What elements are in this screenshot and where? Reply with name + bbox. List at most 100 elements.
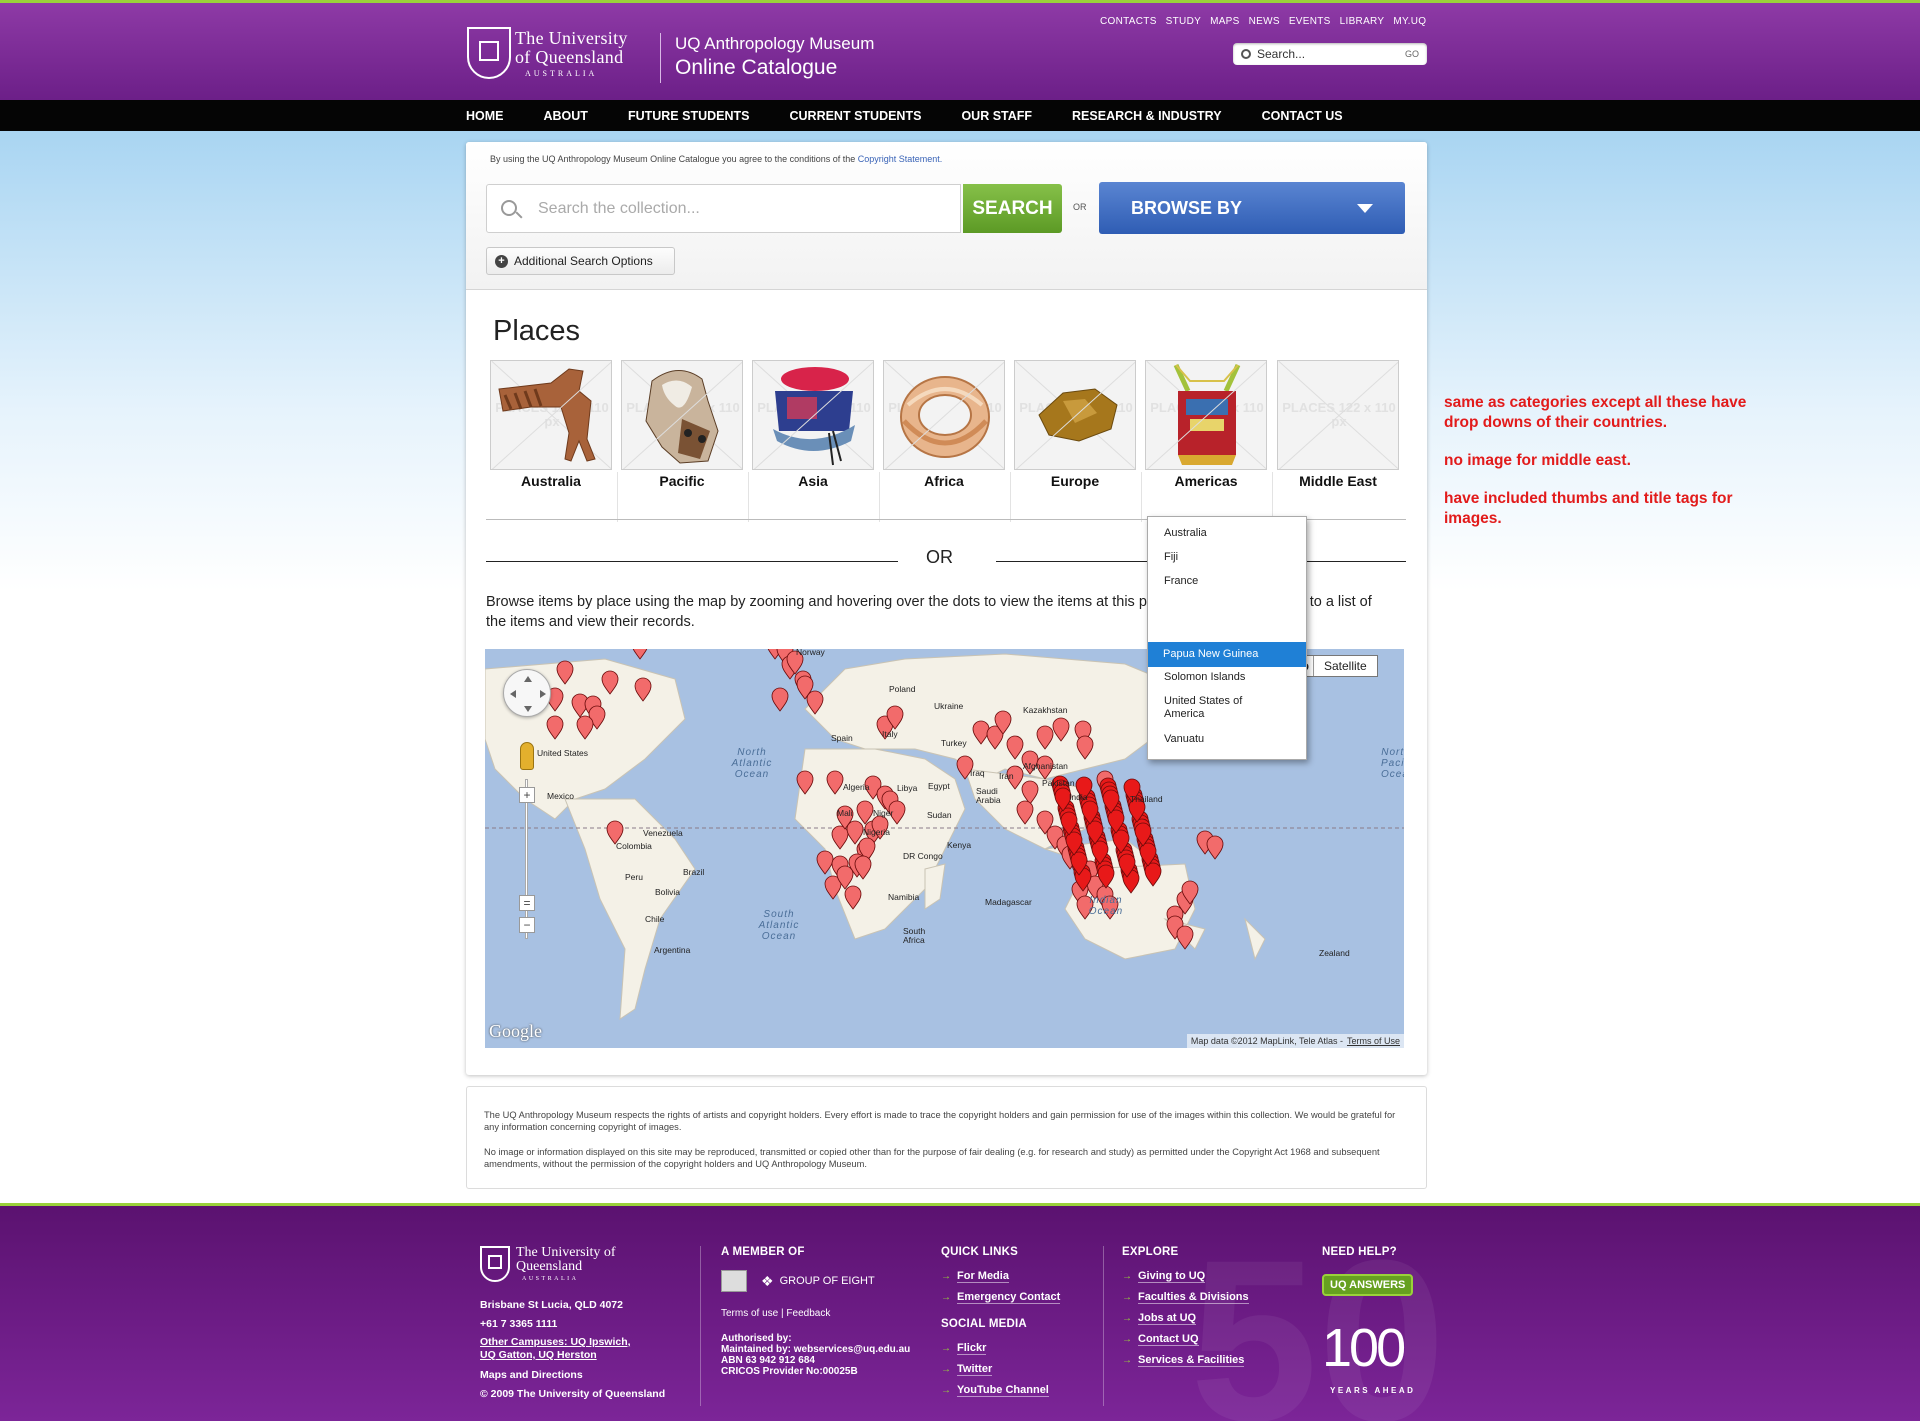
feedback-link[interactable]: Feedback bbox=[786, 1308, 830, 1319]
annotation-note: have included thumbs and title tags for … bbox=[1444, 490, 1733, 527]
thumbnail-africa[interactable]: PLACES 122 x 110 px bbox=[883, 360, 1005, 470]
copyright-statement-link[interactable]: Copyright Statement. bbox=[858, 154, 943, 164]
uq-answers-button[interactable]: UQ ANSWERS bbox=[1322, 1274, 1414, 1296]
footer-other-campuses[interactable]: Other Campuses: UQ Ipswich, UQ Gatton, U… bbox=[480, 1336, 640, 1362]
category-asia[interactable]: PLACES 122 x 110 px Asia bbox=[752, 360, 874, 500]
nav-current-students[interactable]: CURRENT STUDENTS bbox=[789, 109, 921, 123]
util-link-events[interactable]: EVENTS bbox=[1289, 16, 1331, 27]
browse-by-button[interactable]: BROWSE BY bbox=[1099, 182, 1405, 234]
nav-about[interactable]: ABOUT bbox=[544, 109, 588, 123]
thumbnail-middle-east-placeholder[interactable]: PLACES 122 x 110 px bbox=[1277, 360, 1399, 470]
category-label[interactable]: Australia bbox=[484, 473, 618, 489]
map-pan-control[interactable] bbox=[503, 669, 551, 717]
footer-uni-name[interactable]: The University of Queensland bbox=[516, 1246, 656, 1274]
uq-crest-icon[interactable] bbox=[467, 27, 511, 79]
terms-of-use-link[interactable]: Terms of use bbox=[721, 1308, 778, 1319]
nav-research-industry[interactable]: RESEARCH & INDUSTRY bbox=[1072, 109, 1222, 123]
google-logo[interactable]: Google bbox=[489, 1021, 542, 1042]
explore-link[interactable]: → Faculties & Divisions bbox=[1122, 1291, 1249, 1304]
category-americas[interactable]: PLACES 122 x 110 px Americas bbox=[1145, 360, 1267, 500]
site-subtitle[interactable]: Online Catalogue bbox=[675, 56, 837, 80]
explore-link[interactable]: → Contact UQ bbox=[1122, 1333, 1249, 1346]
site-search-input[interactable]: Search... GO bbox=[1233, 43, 1427, 65]
site-title[interactable]: UQ Anthropology Museum bbox=[675, 34, 874, 54]
zoom-slider[interactable] bbox=[525, 779, 528, 939]
dropdown-item-united-states[interactable]: United States of America bbox=[1164, 695, 1284, 721]
universitas-21-logo-icon[interactable] bbox=[721, 1270, 747, 1292]
util-link-study[interactable]: STUDY bbox=[1166, 16, 1201, 27]
thumbnail-asia[interactable]: PLACES 122 x 110 px bbox=[752, 360, 874, 470]
zoom-slider-handle[interactable]: = bbox=[519, 895, 535, 911]
group-of-eight-label[interactable]: GROUP OF EIGHT bbox=[780, 1275, 875, 1287]
uq-crest-icon[interactable] bbox=[480, 1246, 510, 1282]
category-label[interactable]: Middle East bbox=[1271, 473, 1405, 489]
category-label[interactable]: Americas bbox=[1139, 473, 1273, 489]
zoom-in-button[interactable]: + bbox=[519, 787, 535, 803]
quick-link[interactable]: → Emergency Contact bbox=[941, 1291, 1061, 1304]
dropdown-item-papua-new-guinea[interactable]: Papua New Guinea bbox=[1148, 642, 1306, 667]
street-view-pegman-icon[interactable] bbox=[520, 742, 534, 770]
arrow-right-icon: → bbox=[941, 1385, 951, 1396]
thumbnail-australia[interactable]: PLACES 122 x 110 px bbox=[490, 360, 612, 470]
map-label: Brazil bbox=[683, 867, 705, 877]
americas-country-dropdown[interactable]: Australia Fiji France Papua New Guinea S… bbox=[1147, 516, 1307, 760]
dropdown-item-solomon-islands[interactable]: Solomon Islands bbox=[1164, 671, 1245, 683]
social-link-flickr[interactable]: → Flickr bbox=[941, 1342, 1060, 1355]
category-label[interactable]: Europe bbox=[1008, 473, 1142, 489]
zoom-out-button[interactable]: − bbox=[519, 917, 535, 933]
category-pacific[interactable]: PLACES 122 x 110 px Pacific bbox=[621, 360, 743, 500]
dropdown-item-fiji[interactable]: Fiji bbox=[1164, 551, 1178, 563]
category-africa[interactable]: PLACES 122 x 110 px Africa bbox=[883, 360, 1005, 500]
util-link-news[interactable]: NEWS bbox=[1249, 16, 1280, 27]
nav-contact-us[interactable]: CONTACT US bbox=[1262, 109, 1343, 123]
category-middle-east[interactable]: PLACES 122 x 110 px Middle East bbox=[1277, 360, 1399, 500]
social-link-youtube[interactable]: → YouTube Channel bbox=[941, 1384, 1060, 1397]
additional-search-options-button[interactable]: + Additional Search Options bbox=[486, 247, 675, 275]
category-europe[interactable]: PLACES 122 x 110 px Europe bbox=[1014, 360, 1136, 500]
util-link-myuq[interactable]: MY.UQ bbox=[1393, 16, 1426, 27]
ocean-label: South Atlantic Ocean bbox=[758, 909, 800, 942]
search-button[interactable]: SEARCH bbox=[963, 184, 1062, 233]
quick-link[interactable]: → For Media bbox=[941, 1270, 1060, 1283]
footer-quick-links: QUICK LINKS → For Media → Emergency Contac… bbox=[941, 1246, 1061, 1405]
footer-cricos: CRICOS Provider No:00025B bbox=[721, 1366, 858, 1377]
university-name[interactable]: The University of Queensland bbox=[515, 29, 645, 67]
util-link-maps[interactable]: MAPS bbox=[1210, 16, 1240, 27]
explore-link[interactable]: → Giving to UQ bbox=[1122, 1270, 1249, 1283]
dropdown-item-australia[interactable]: Australia bbox=[1164, 527, 1207, 539]
site-search-go-button[interactable]: GO bbox=[1405, 49, 1419, 59]
map-terms-link[interactable]: Terms of Use bbox=[1347, 1036, 1400, 1046]
ocean-label: Indian Ocean bbox=[1088, 895, 1124, 917]
map-marker[interactable] bbox=[632, 649, 648, 660]
map-marker[interactable] bbox=[1206, 835, 1224, 860]
terms-notice: By using the UQ Anthropology Museum Onli… bbox=[490, 154, 942, 164]
thumbnail-pacific[interactable]: PLACES 122 x 110 px bbox=[621, 360, 743, 470]
nav-our-staff[interactable]: OUR STAFF bbox=[961, 109, 1032, 123]
category-australia[interactable]: PLACES 122 x 110 px Australia bbox=[490, 360, 612, 500]
nav-future-students[interactable]: FUTURE STUDENTS bbox=[628, 109, 750, 123]
util-link-contacts[interactable]: CONTACTS bbox=[1100, 16, 1157, 27]
footer-maintained[interactable]: Maintained by: webservices@uq.edu.au bbox=[721, 1344, 910, 1355]
collection-search-input[interactable]: Search the collection... bbox=[486, 184, 961, 233]
thumbnail-europe[interactable]: PLACES 122 x 110 px bbox=[1014, 360, 1136, 470]
explore-title: EXPLORE bbox=[1122, 1246, 1179, 1258]
map-credit: Map data ©2012 MapLink, Tele Atlas - Ter… bbox=[1186, 1034, 1404, 1048]
social-link-twitter[interactable]: → Twitter bbox=[941, 1363, 1060, 1376]
map-type-satellite-button[interactable]: Satellite bbox=[1314, 656, 1377, 676]
map-marker[interactable] bbox=[771, 687, 789, 712]
search-icon bbox=[501, 200, 517, 216]
explore-link[interactable]: → Services & Facilities bbox=[1122, 1354, 1249, 1367]
dropdown-item-france[interactable]: France bbox=[1164, 575, 1198, 585]
category-label[interactable]: Pacific bbox=[615, 473, 749, 489]
thumbnail-americas[interactable]: PLACES 122 x 110 px bbox=[1145, 360, 1267, 470]
footer-divider bbox=[700, 1246, 701, 1406]
explore-link[interactable]: → Jobs at UQ bbox=[1122, 1312, 1249, 1325]
footer-maps-link[interactable]: Maps and Directions bbox=[480, 1366, 680, 1385]
category-label[interactable]: Africa bbox=[877, 473, 1011, 489]
map-marker[interactable] bbox=[1176, 925, 1194, 950]
carved-bird-image bbox=[498, 368, 596, 462]
util-link-library[interactable]: LIBRARY bbox=[1340, 16, 1385, 27]
category-label[interactable]: Asia bbox=[746, 473, 880, 489]
dropdown-item-vanuatu[interactable]: Vanuatu bbox=[1164, 733, 1204, 745]
nav-home[interactable]: HOME bbox=[466, 109, 504, 123]
